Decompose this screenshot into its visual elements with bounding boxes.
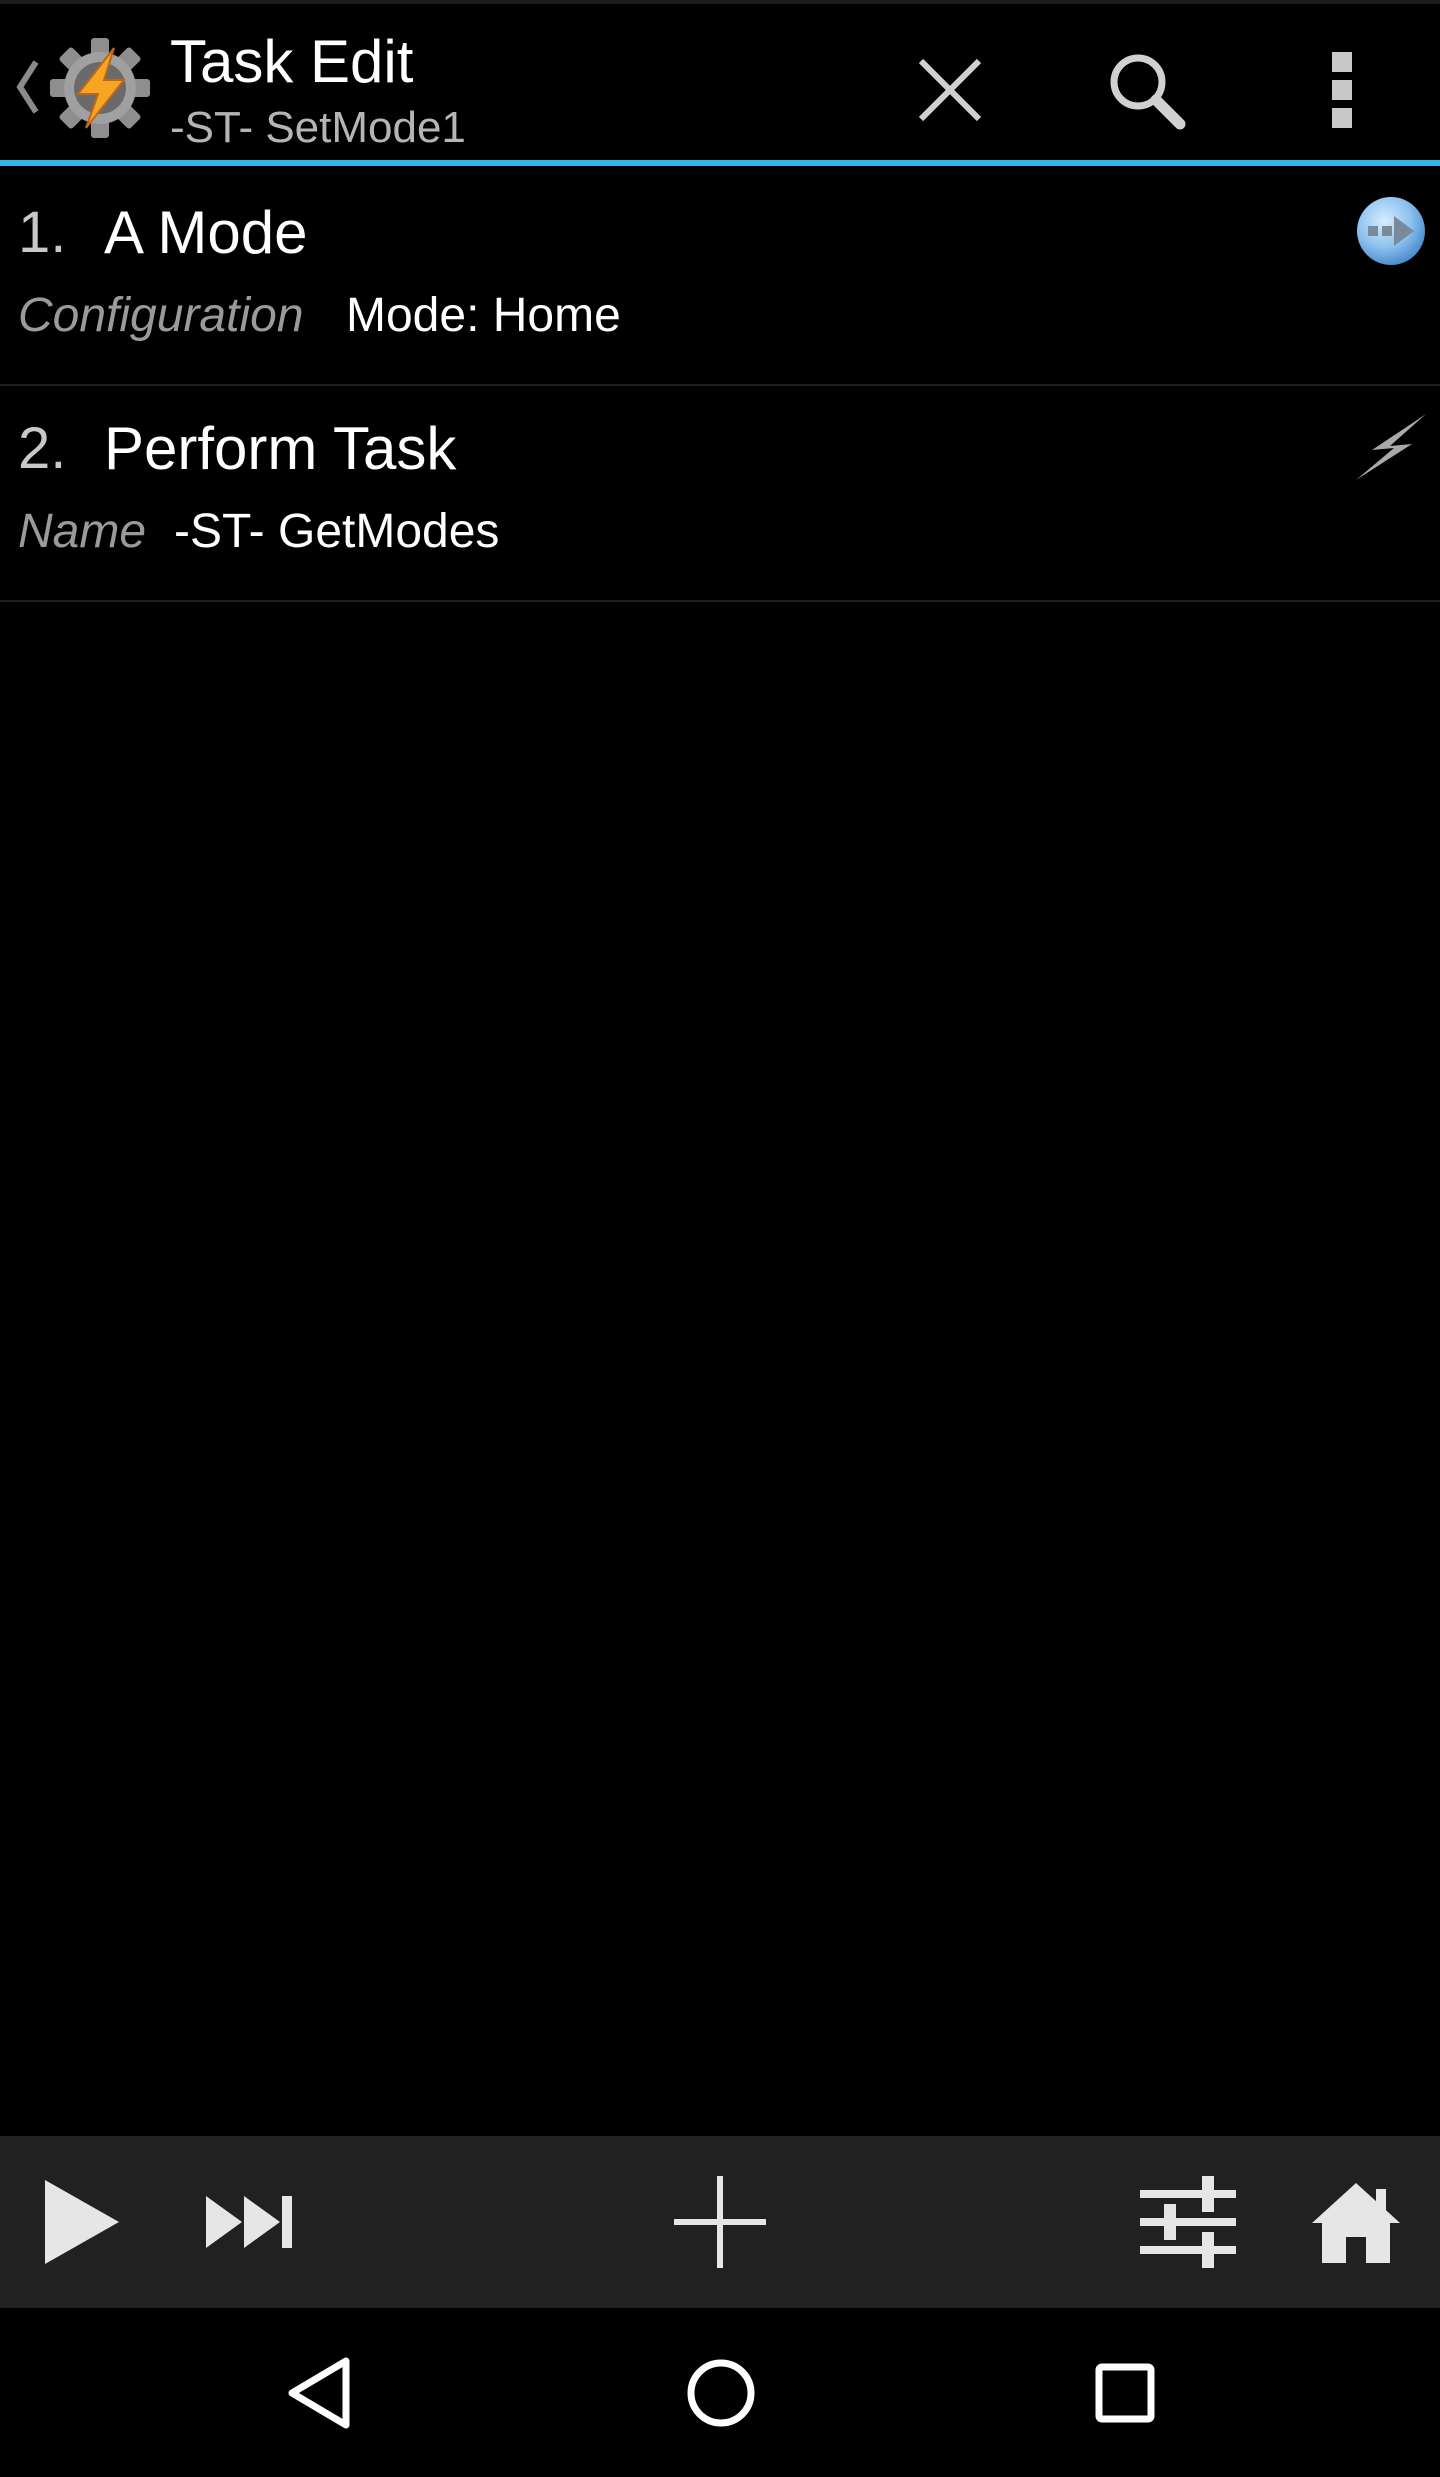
nav-back-button[interactable] bbox=[254, 2328, 384, 2458]
param-value: Mode: Home bbox=[346, 289, 621, 342]
step-forward-icon bbox=[206, 2196, 292, 2248]
action-bar-divider bbox=[0, 160, 1440, 166]
param-label: Name bbox=[18, 505, 147, 558]
search-icon bbox=[1110, 54, 1186, 130]
add-action-button[interactable] bbox=[660, 2162, 780, 2282]
plugin-arrow-icon bbox=[1354, 194, 1428, 268]
nav-recents-button[interactable] bbox=[1060, 2328, 1190, 2458]
step-forward-button[interactable] bbox=[190, 2162, 310, 2282]
bottom-toolbar bbox=[0, 2136, 1440, 2308]
overflow-menu-button[interactable] bbox=[1292, 40, 1392, 140]
action-bar: Task Edit -ST- SetMode1 bbox=[0, 0, 1440, 160]
overflow-menu-icon bbox=[1332, 52, 1352, 128]
action-name: A Mode bbox=[104, 199, 308, 266]
param-label: Configuration bbox=[18, 289, 304, 342]
home-button[interactable] bbox=[1296, 2162, 1416, 2282]
close-button[interactable] bbox=[900, 40, 1000, 140]
lightning-bolt-icon bbox=[1354, 410, 1428, 484]
action-item-a-mode[interactable]: 1. A Mode Configuration Mode: Home bbox=[0, 170, 1440, 386]
action-name: Perform Task bbox=[104, 415, 457, 482]
nav-back-icon bbox=[288, 2357, 350, 2429]
search-button[interactable] bbox=[1096, 40, 1196, 140]
settings-sliders-icon bbox=[1140, 2176, 1236, 2268]
task-properties-button[interactable] bbox=[1128, 2162, 1248, 2282]
nav-home-button[interactable] bbox=[656, 2328, 786, 2458]
close-icon bbox=[918, 58, 982, 122]
system-nav-bar bbox=[0, 2308, 1440, 2477]
nav-recents-icon bbox=[1095, 2363, 1155, 2423]
page-subtitle: -ST- SetMode1 bbox=[170, 103, 466, 152]
tasker-gear-bolt-icon[interactable] bbox=[46, 34, 154, 142]
chevron-left-icon[interactable] bbox=[12, 52, 42, 122]
add-icon bbox=[674, 2176, 766, 2268]
home-icon bbox=[1312, 2183, 1400, 2263]
task-edit-screen: Task Edit -ST- SetMode1 1. A Mode Config… bbox=[0, 0, 1440, 2477]
action-item-perform-task[interactable]: 2. Perform Task Name -ST- GetModes bbox=[0, 386, 1440, 602]
action-number: 2. bbox=[18, 416, 67, 481]
action-number: 1. bbox=[18, 200, 67, 265]
param-value: -ST- GetModes bbox=[174, 505, 500, 558]
play-button[interactable] bbox=[20, 2162, 140, 2282]
page-title: Task Edit bbox=[170, 28, 414, 95]
play-icon bbox=[45, 2180, 119, 2264]
nav-home-icon bbox=[687, 2359, 755, 2427]
